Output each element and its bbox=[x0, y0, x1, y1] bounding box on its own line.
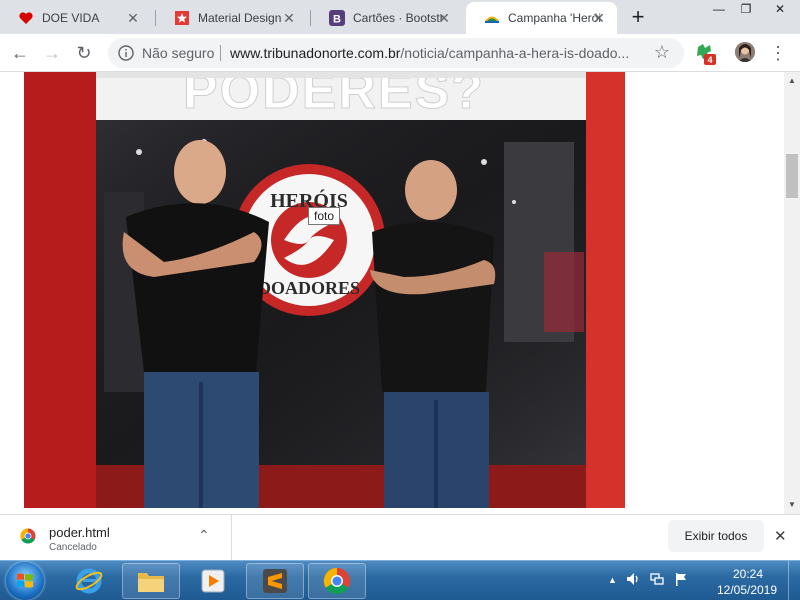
extension-puzzle-icon: 4 bbox=[697, 44, 716, 65]
image-tooltip: foto bbox=[308, 207, 341, 225]
windows-logo-icon bbox=[17, 573, 33, 588]
tab-campanha[interactable]: Campanha 'Herói ✕ bbox=[466, 2, 617, 34]
restore-button[interactable]: ❐ bbox=[732, 0, 760, 18]
reload-button[interactable]: ↻ bbox=[70, 39, 98, 67]
scroll-down-icon[interactable]: ▼ bbox=[788, 500, 796, 509]
show-all-downloads-button[interactable]: Exibir todos bbox=[668, 520, 764, 552]
system-tray: ▲ bbox=[608, 570, 689, 590]
profile-avatar[interactable] bbox=[735, 42, 755, 62]
taskbar-sublime-text[interactable] bbox=[246, 563, 304, 599]
tab-close-icon[interactable]: ✕ bbox=[281, 10, 297, 26]
new-tab-button[interactable]: + bbox=[624, 4, 652, 32]
bootstrap-icon: B bbox=[329, 10, 345, 26]
svg-text:B: B bbox=[333, 14, 341, 26]
tab-close-icon[interactable]: ✕ bbox=[125, 10, 141, 26]
forward-button[interactable]: → bbox=[38, 39, 66, 67]
address-divider bbox=[220, 45, 221, 61]
close-shelf-icon[interactable]: ✕ bbox=[774, 527, 787, 545]
chrome-menu-button[interactable]: ⋮ bbox=[768, 39, 788, 67]
heart-icon bbox=[18, 10, 34, 26]
tab-doe-vida[interactable]: DOE VIDA ✕ bbox=[0, 2, 151, 34]
scroll-up-icon[interactable]: ▲ bbox=[788, 76, 796, 85]
address-bar[interactable]: Não seguro www.tribunadonorte.com.br/not… bbox=[108, 38, 684, 68]
browser-toolbar: ← → ↻ Não seguro www.tribunadonorte.com.… bbox=[0, 34, 800, 72]
network-icon[interactable] bbox=[649, 571, 665, 590]
tab-title: Cartões · Bootstr bbox=[353, 11, 444, 25]
info-icon[interactable] bbox=[118, 45, 134, 61]
sublime-text-icon bbox=[263, 569, 287, 593]
page-content: PODERES? HERÓIS DOADORES foto bbox=[0, 72, 784, 514]
extension-button[interactable]: 4 bbox=[692, 40, 718, 66]
taskbar-internet-explorer[interactable] bbox=[60, 563, 118, 599]
folder-icon bbox=[138, 573, 164, 592]
tab-title: Material Design bbox=[198, 11, 282, 25]
tray-expand-icon[interactable]: ▲ bbox=[608, 575, 617, 585]
tab-close-icon[interactable]: ✕ bbox=[436, 10, 452, 26]
tab-bootstrap[interactable]: B Cartões · Bootstr ✕ bbox=[311, 2, 462, 34]
media-player-icon bbox=[201, 569, 225, 593]
volume-icon[interactable] bbox=[625, 571, 641, 590]
download-status: Cancelado bbox=[49, 542, 97, 553]
chevron-up-icon[interactable]: ⌃ bbox=[198, 527, 210, 544]
tab-close-icon[interactable]: ✕ bbox=[591, 10, 607, 26]
security-label[interactable]: Não seguro bbox=[142, 45, 214, 61]
clock-time[interactable]: 20:24 bbox=[724, 567, 772, 581]
tab-title: DOE VIDA bbox=[42, 11, 100, 25]
download-item[interactable]: poder.html Cancelado ⌃ bbox=[0, 515, 232, 561]
taskbar-media-player[interactable] bbox=[184, 563, 242, 599]
download-shelf: poder.html Cancelado ⌃ Exibir todos ✕ bbox=[0, 514, 800, 561]
close-window-button[interactable]: ✕ bbox=[764, 0, 796, 18]
tribuna-icon bbox=[484, 10, 500, 26]
windows-taskbar: ▲ 20:24 12/05/2019 bbox=[0, 560, 800, 600]
chrome-icon bbox=[323, 567, 351, 595]
star-badge-icon bbox=[174, 10, 190, 26]
back-button[interactable]: ← bbox=[6, 39, 34, 67]
url-text[interactable]: www.tribunadonorte.com.br/noticia/campan… bbox=[230, 45, 644, 61]
action-center-flag-icon[interactable] bbox=[673, 571, 689, 590]
download-file-name: poder.html bbox=[49, 525, 110, 540]
article-photo[interactable]: PODERES? HERÓIS DOADORES bbox=[24, 72, 625, 508]
tab-material-design[interactable]: Material Design ✕ bbox=[156, 2, 307, 34]
show-desktop-button[interactable] bbox=[788, 561, 800, 600]
internet-explorer-icon bbox=[75, 568, 103, 594]
tab-strip: DOE VIDA ✕ Material Design ✕ B Cartões ·… bbox=[0, 0, 800, 34]
extension-badge: 4 bbox=[707, 55, 712, 65]
chrome-file-icon bbox=[20, 528, 36, 544]
taskbar-file-explorer[interactable] bbox=[122, 563, 180, 599]
clock-date[interactable]: 12/05/2019 bbox=[710, 583, 784, 597]
url-path: /noticia/campanha-a-hera-is-doado... bbox=[400, 45, 630, 61]
taskbar-chrome[interactable] bbox=[308, 563, 366, 599]
bookmark-star-icon[interactable]: ☆ bbox=[654, 42, 670, 63]
minimize-button[interactable]: — bbox=[705, 0, 733, 18]
url-host: www.tribunadonorte.com.br bbox=[230, 45, 401, 61]
start-button[interactable] bbox=[6, 562, 44, 600]
browser-window: DOE VIDA ✕ Material Design ✕ B Cartões ·… bbox=[0, 0, 800, 600]
scrollbar-thumb[interactable] bbox=[786, 154, 798, 198]
logo-bottom-text: DOADORES bbox=[258, 278, 360, 298]
vertical-scrollbar[interactable]: ▲ ▼ bbox=[784, 72, 800, 514]
tab-title: Campanha 'Herói bbox=[508, 11, 602, 25]
sign-text: PODERES? bbox=[183, 72, 485, 120]
